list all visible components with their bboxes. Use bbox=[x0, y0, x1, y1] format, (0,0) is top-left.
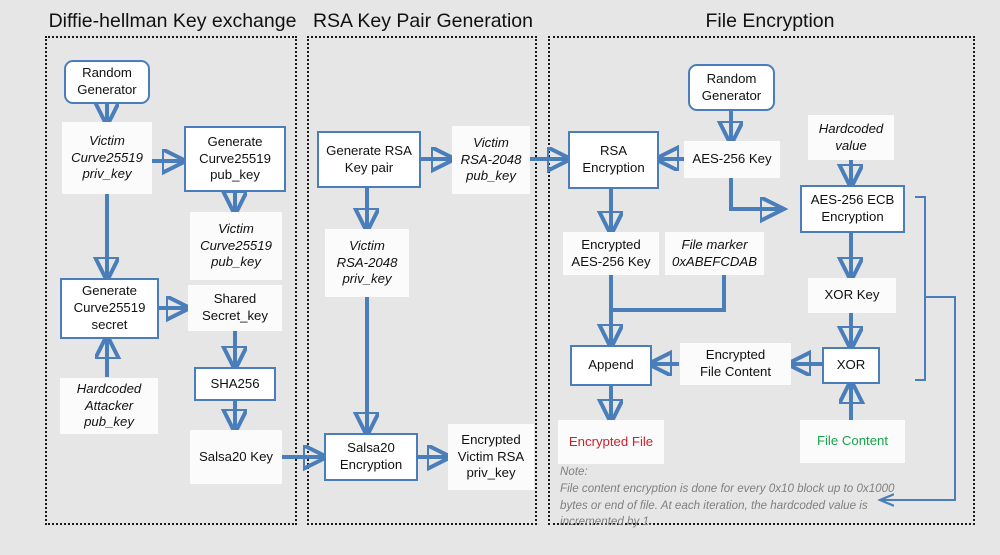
node-label: Salsa20 Key bbox=[198, 448, 274, 464]
node-dh-victim-pub-key[interactable]: Victim Curve25519 pub_key bbox=[190, 212, 282, 280]
node-label: Salsa20 Encryption bbox=[339, 440, 403, 472]
node-label: Append bbox=[588, 357, 634, 373]
node-label: File Content bbox=[816, 433, 889, 449]
node-label: Hardcoded value bbox=[818, 120, 884, 153]
node-dh-shared-secret-key[interactable]: Shared Secret_key bbox=[188, 285, 282, 331]
node-fe-hardcoded-value[interactable]: Hardcoded value bbox=[808, 115, 894, 160]
node-fe-file-marker[interactable]: File marker 0xABEFCDAB bbox=[665, 232, 764, 275]
node-label: Random Generator bbox=[701, 70, 762, 103]
node-fe-random-generator[interactable]: Random Generator bbox=[688, 64, 775, 111]
node-fe-aes-256-ecb-encryption[interactable]: AES-256 ECB Encryption bbox=[800, 185, 905, 233]
diagram-canvas: Diffie-hellman Key exchange RSA Key Pair… bbox=[0, 0, 1000, 555]
node-fe-xor-key[interactable]: XOR Key bbox=[808, 278, 896, 313]
node-dh-generate-pub-key[interactable]: Generate Curve25519 pub_key bbox=[184, 126, 286, 192]
node-label: SHA256 bbox=[210, 375, 260, 391]
node-rsa-victim-priv-key[interactable]: Victim RSA-2048 priv_key bbox=[325, 229, 409, 297]
node-label: XOR Key bbox=[824, 287, 880, 303]
node-label: Generate RSA Key pair bbox=[326, 142, 412, 175]
node-dh-salsa20-key[interactable]: Salsa20 Key bbox=[190, 430, 282, 484]
node-label: Encrypted File bbox=[568, 433, 654, 449]
node-label: File marker 0xABEFCDAB bbox=[671, 236, 757, 269]
node-dh-hardcoded-attacker-pub-key[interactable]: Hardcoded Attacker pub_key bbox=[60, 378, 158, 434]
note-file-encryption: Note: File content encryption is done fo… bbox=[560, 465, 895, 529]
node-dh-generate-secret[interactable]: Generate Curve25519 secret bbox=[60, 278, 159, 339]
node-label: Generate Curve25519 pub_key bbox=[199, 133, 271, 183]
node-fe-encrypted-aes-256-key[interactable]: Encrypted AES-256 Key bbox=[563, 232, 659, 275]
node-fe-aes-256-key[interactable]: AES-256 Key bbox=[684, 141, 780, 178]
node-rsa-salsa20-encryption[interactable]: Salsa20 Encryption bbox=[324, 433, 418, 481]
node-dh-random-generator[interactable]: Random Generator bbox=[64, 60, 150, 104]
node-label: Shared Secret_key bbox=[202, 291, 268, 323]
node-label: Generate Curve25519 secret bbox=[73, 283, 146, 332]
node-label: Encrypted File Content bbox=[699, 347, 772, 379]
node-label: Victim Curve25519 priv_key bbox=[71, 132, 143, 182]
node-label: Encrypted Victim RSA priv_key bbox=[457, 431, 525, 481]
node-rsa-generate-key-pair[interactable]: Generate RSA Key pair bbox=[317, 131, 421, 188]
node-label: AES-256 Key bbox=[692, 151, 772, 167]
node-dh-sha256[interactable]: SHA256 bbox=[194, 367, 276, 401]
node-fe-file-content[interactable]: File Content bbox=[800, 420, 905, 463]
node-fe-xor[interactable]: XOR bbox=[822, 347, 880, 384]
node-label: Hardcoded Attacker pub_key bbox=[76, 380, 142, 430]
node-fe-rsa-encryption[interactable]: RSA Encryption bbox=[568, 131, 659, 189]
node-label: RSA Encryption bbox=[582, 143, 645, 175]
node-label: Victim Curve25519 pub_key bbox=[200, 220, 272, 270]
node-fe-append[interactable]: Append bbox=[570, 345, 652, 386]
node-rsa-encrypted-victim-priv-key[interactable]: Encrypted Victim RSA priv_key bbox=[448, 424, 534, 490]
node-label: AES-256 ECB Encryption bbox=[810, 192, 895, 224]
node-label: Random Generator bbox=[77, 65, 137, 97]
node-fe-encrypted-file-content[interactable]: Encrypted File Content bbox=[680, 343, 791, 385]
node-label: Encrypted AES-256 Key bbox=[571, 236, 651, 269]
node-label: Victim RSA-2048 priv_key bbox=[336, 237, 398, 287]
node-dh-victim-priv-key[interactable]: Victim Curve25519 priv_key bbox=[62, 122, 152, 194]
node-rsa-victim-pub-key[interactable]: Victim RSA-2048 pub_key bbox=[452, 126, 530, 194]
node-fe-encrypted-file[interactable]: Encrypted File bbox=[558, 420, 664, 464]
node-label: XOR bbox=[836, 357, 866, 373]
node-label: Victim RSA-2048 pub_key bbox=[460, 134, 522, 184]
